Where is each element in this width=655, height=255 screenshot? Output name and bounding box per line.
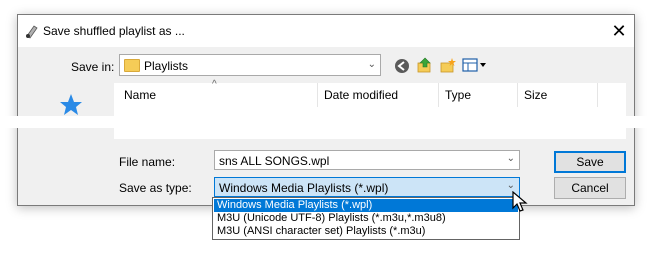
view-menu-icon[interactable] bbox=[462, 58, 488, 72]
column-header-date-modified[interactable]: Date modified bbox=[324, 88, 398, 102]
save-as-type-value: Windows Media Playlists (*.wpl) bbox=[219, 181, 389, 195]
screenshot-tear bbox=[0, 116, 655, 128]
file-list[interactable]: ^ Name Date modified Type Size bbox=[114, 79, 626, 139]
sort-caret-icon: ^ bbox=[212, 79, 217, 90]
save-as-type-label: Save as type: bbox=[119, 181, 192, 195]
quick-access-icon[interactable] bbox=[59, 93, 83, 117]
title-bar: Save shuffled playlist as ... ✕ bbox=[18, 15, 634, 47]
chevron-down-icon: ⌄ bbox=[367, 59, 376, 70]
save-in-value: Playlists bbox=[144, 59, 189, 73]
column-header-name[interactable]: Name bbox=[124, 88, 156, 102]
column-header-type[interactable]: Type bbox=[445, 88, 471, 102]
save-in-combo[interactable]: Playlists ⌄ bbox=[119, 54, 381, 76]
column-divider bbox=[438, 83, 439, 107]
dropdown-option[interactable]: Windows Media Playlists (*.wpl) bbox=[214, 199, 518, 212]
save-dialog: Save shuffled playlist as ... ✕ Save in:… bbox=[17, 14, 635, 206]
dropdown-option[interactable]: M3U (Unicode UTF-8) Playlists (*.m3u,*.m… bbox=[214, 212, 518, 225]
back-icon[interactable] bbox=[394, 58, 410, 74]
column-divider bbox=[517, 83, 518, 107]
save-button[interactable]: Save bbox=[554, 151, 626, 173]
save-as-type-combo[interactable]: Windows Media Playlists (*.wpl) ⌄ bbox=[214, 177, 520, 197]
save-in-label: Save in: bbox=[71, 60, 115, 74]
dialog-title: Save shuffled playlist as ... bbox=[43, 24, 185, 38]
file-name-label: File name: bbox=[119, 155, 176, 169]
chevron-down-icon: ⌄ bbox=[506, 153, 515, 164]
folder-icon bbox=[124, 59, 140, 72]
column-divider bbox=[317, 83, 318, 107]
dropdown-option[interactable]: M3U (ANSI character set) Playlists (*.m3… bbox=[214, 225, 518, 238]
save-as-type-dropdown[interactable]: Windows Media Playlists (*.wpl) M3U (Uni… bbox=[212, 197, 520, 240]
column-header-size[interactable]: Size bbox=[524, 88, 547, 102]
close-button[interactable]: ✕ bbox=[606, 19, 632, 43]
chevron-down-icon: ⌄ bbox=[506, 180, 515, 191]
mouse-cursor-icon bbox=[512, 191, 528, 212]
cancel-button[interactable]: Cancel bbox=[554, 177, 626, 199]
file-name-input[interactable]: sns ALL SONGS.wpl ⌄ bbox=[214, 150, 520, 170]
up-folder-icon[interactable] bbox=[416, 56, 434, 74]
new-folder-icon[interactable] bbox=[439, 56, 457, 74]
column-divider bbox=[597, 83, 598, 107]
app-icon bbox=[26, 25, 38, 39]
file-name-value: sns ALL SONGS.wpl bbox=[219, 154, 330, 168]
